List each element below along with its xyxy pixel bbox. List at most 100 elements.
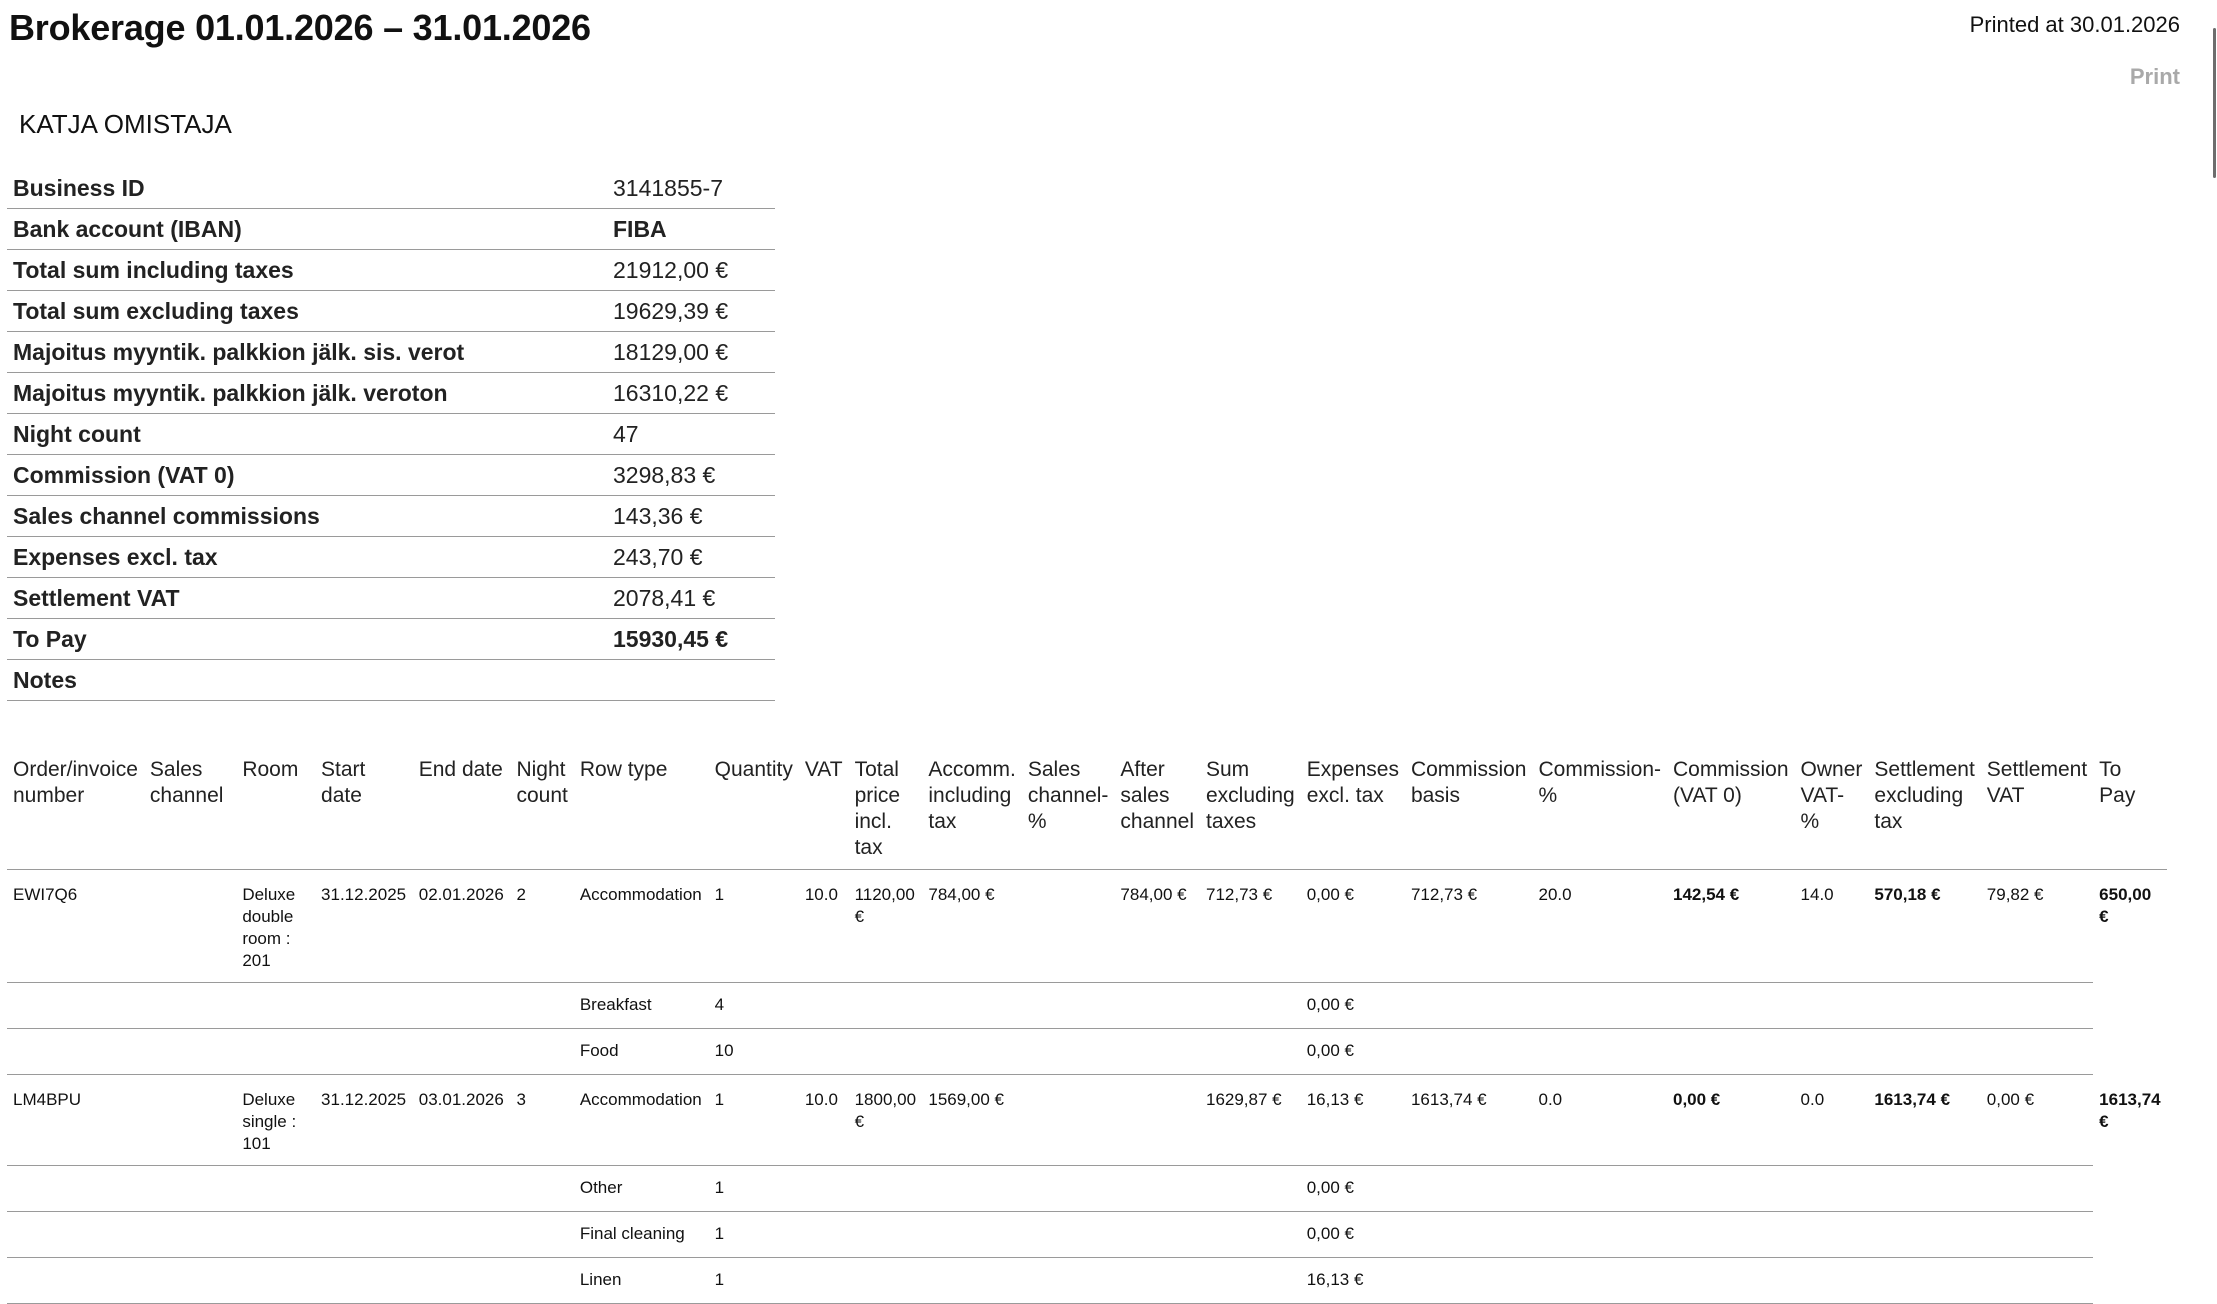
summary-value: 3298,83 € bbox=[607, 454, 775, 496]
summary-table: Business ID 3141855-7 Bank account (IBAN)… bbox=[7, 168, 775, 701]
summary-row: Majoitus myyntik. palkkion jälk. sis. ve… bbox=[7, 331, 775, 373]
column-header: Expenses excl. tax bbox=[1300, 754, 1405, 870]
summary-row: Total sum including taxes 21912,00 € bbox=[7, 249, 775, 291]
summary-value: 21912,00 € bbox=[607, 249, 775, 291]
summary-row: Expenses excl. tax 243,70 € bbox=[7, 536, 775, 578]
settlement-vat: 0,00 € bbox=[1980, 1074, 2094, 1166]
column-header: Room bbox=[236, 754, 316, 870]
column-header: Sum excluding taxes bbox=[1199, 754, 1301, 870]
table-header-row: Order/invoice number Sales channel Room … bbox=[7, 754, 2167, 870]
summary-row: Night count 47 bbox=[7, 413, 775, 455]
summary-value: 3141855-7 bbox=[607, 168, 775, 209]
column-header: Night count bbox=[510, 754, 574, 870]
sub-row: Final cleaning 1 0,00 € bbox=[7, 1211, 2167, 1258]
row-type: Accommodation bbox=[573, 869, 709, 983]
sum-excl-taxes: 1629,87 € bbox=[1199, 1074, 1301, 1166]
start-date: 31.12.2025 bbox=[315, 1074, 413, 1166]
row-type: Accommodation bbox=[573, 1074, 709, 1166]
after-sales-channel: 784,00 € bbox=[1114, 869, 1200, 983]
summary-label: Night count bbox=[7, 413, 607, 455]
summary-label: Business ID bbox=[7, 168, 607, 209]
quantity: 1 bbox=[708, 1165, 799, 1212]
summary-label: Expenses excl. tax bbox=[7, 536, 607, 578]
vat: 10.0 bbox=[798, 869, 849, 983]
summary-row: Majoitus myyntik. palkkion jälk. veroton… bbox=[7, 372, 775, 414]
sales-channel bbox=[143, 869, 237, 983]
owner-vat-percent: 14.0 bbox=[1794, 869, 1869, 983]
end-date: 03.01.2026 bbox=[412, 1074, 511, 1166]
end-date: 02.01.2026 bbox=[412, 869, 511, 983]
column-header: End date bbox=[412, 754, 511, 870]
summary-label: Bank account (IBAN) bbox=[7, 208, 607, 250]
commission-percent: 20.0 bbox=[1532, 869, 1667, 983]
commission-basis: 712,73 € bbox=[1404, 869, 1533, 983]
column-header: Commission basis bbox=[1404, 754, 1533, 870]
scrollbar-track[interactable] bbox=[2211, 0, 2217, 1278]
column-header: Start date bbox=[315, 754, 413, 870]
page-title: Brokerage 01.01.2026 – 31.01.2026 bbox=[9, 7, 591, 48]
expenses-excl-tax: 0,00 € bbox=[1300, 1165, 1405, 1212]
expenses-excl-tax: 0,00 € bbox=[1300, 982, 1405, 1029]
sales-channel-percent bbox=[1021, 1074, 1115, 1166]
column-header: Owner VAT-% bbox=[1794, 754, 1869, 870]
commission-vat0: 142,54 € bbox=[1667, 869, 1795, 983]
summary-row: Total sum excluding taxes 19629,39 € bbox=[7, 290, 775, 332]
order-row: LM4BPU Deluxe single : 101 31.12.2025 03… bbox=[7, 1074, 2167, 1166]
column-header: Settlement excluding tax bbox=[1868, 754, 1981, 870]
print-button[interactable]: Print bbox=[2130, 64, 2180, 90]
room: Deluxe double room : 201 bbox=[236, 869, 316, 983]
summary-row: Notes bbox=[7, 659, 775, 701]
column-header: Order/invoice number bbox=[7, 754, 144, 870]
printed-date: Printed at 30.01.2026 bbox=[1969, 12, 2180, 37]
column-header: Commission (VAT 0) bbox=[1667, 754, 1795, 870]
sub-row: Linen 1 16,13 € bbox=[7, 1257, 2167, 1304]
summary-value: FIBA bbox=[607, 208, 775, 250]
column-header: To Pay bbox=[2093, 754, 2167, 870]
quantity: 1 bbox=[708, 1211, 799, 1258]
row-type: Linen bbox=[573, 1257, 709, 1304]
expenses-excl-tax: 0,00 € bbox=[1300, 1028, 1405, 1075]
owner-vat-percent: 0.0 bbox=[1794, 1074, 1869, 1166]
room: Deluxe single : 101 bbox=[236, 1074, 316, 1166]
vat: 10.0 bbox=[798, 1074, 849, 1166]
summary-label: Commission (VAT 0) bbox=[7, 454, 607, 496]
sub-row: Breakfast 4 0,00 € bbox=[7, 982, 2167, 1029]
summary-value: 143,36 € bbox=[607, 495, 775, 537]
summary-value: 18129,00 € bbox=[607, 331, 775, 373]
summary-label: Notes bbox=[7, 659, 607, 701]
summary-label: Sales channel commissions bbox=[7, 495, 607, 537]
total-price: 1800,00 € bbox=[848, 1074, 923, 1166]
column-header: Commission-% bbox=[1532, 754, 1667, 870]
order-number: LM4BPU bbox=[7, 1074, 144, 1166]
summary-row: To Pay 15930,45 € bbox=[7, 618, 775, 660]
column-header: Sales channel-% bbox=[1021, 754, 1115, 870]
expenses-excl-tax: 0,00 € bbox=[1300, 1211, 1405, 1258]
summary-value: 15930,45 € bbox=[607, 618, 775, 660]
column-header: Settlement VAT bbox=[1980, 754, 2094, 870]
quantity: 1 bbox=[708, 1074, 799, 1166]
start-date: 31.12.2025 bbox=[315, 869, 413, 983]
column-header: Sales channel bbox=[143, 754, 237, 870]
summary-label: Settlement VAT bbox=[7, 577, 607, 619]
after-sales-channel bbox=[1114, 1074, 1200, 1166]
column-header: Accomm. including tax bbox=[922, 754, 1022, 870]
night-count: 3 bbox=[510, 1074, 574, 1166]
summary-value: 2078,41 € bbox=[607, 577, 775, 619]
quantity: 4 bbox=[708, 982, 799, 1029]
sub-row: Other 1 0,00 € bbox=[7, 1165, 2167, 1212]
commission-vat0: 0,00 € bbox=[1667, 1074, 1795, 1166]
column-header: Total price incl. tax bbox=[848, 754, 923, 870]
night-count: 2 bbox=[510, 869, 574, 983]
scrollbar-thumb[interactable] bbox=[2213, 28, 2216, 178]
column-header: VAT bbox=[798, 754, 849, 870]
summary-value: 19629,39 € bbox=[607, 290, 775, 332]
summary-value: 47 bbox=[607, 413, 775, 455]
owner-name: KATJA OMISTAJA bbox=[19, 109, 232, 139]
commission-percent: 0.0 bbox=[1532, 1074, 1667, 1166]
summary-label: Total sum including taxes bbox=[7, 249, 607, 291]
summary-row: Bank account (IBAN) FIBA bbox=[7, 208, 775, 250]
settlement-excl-tax: 570,18 € bbox=[1868, 869, 1981, 983]
summary-value: 243,70 € bbox=[607, 536, 775, 578]
expenses-excl-tax: 16,13 € bbox=[1300, 1257, 1405, 1304]
detail-table: Order/invoice number Sales channel Room … bbox=[7, 754, 2167, 1304]
